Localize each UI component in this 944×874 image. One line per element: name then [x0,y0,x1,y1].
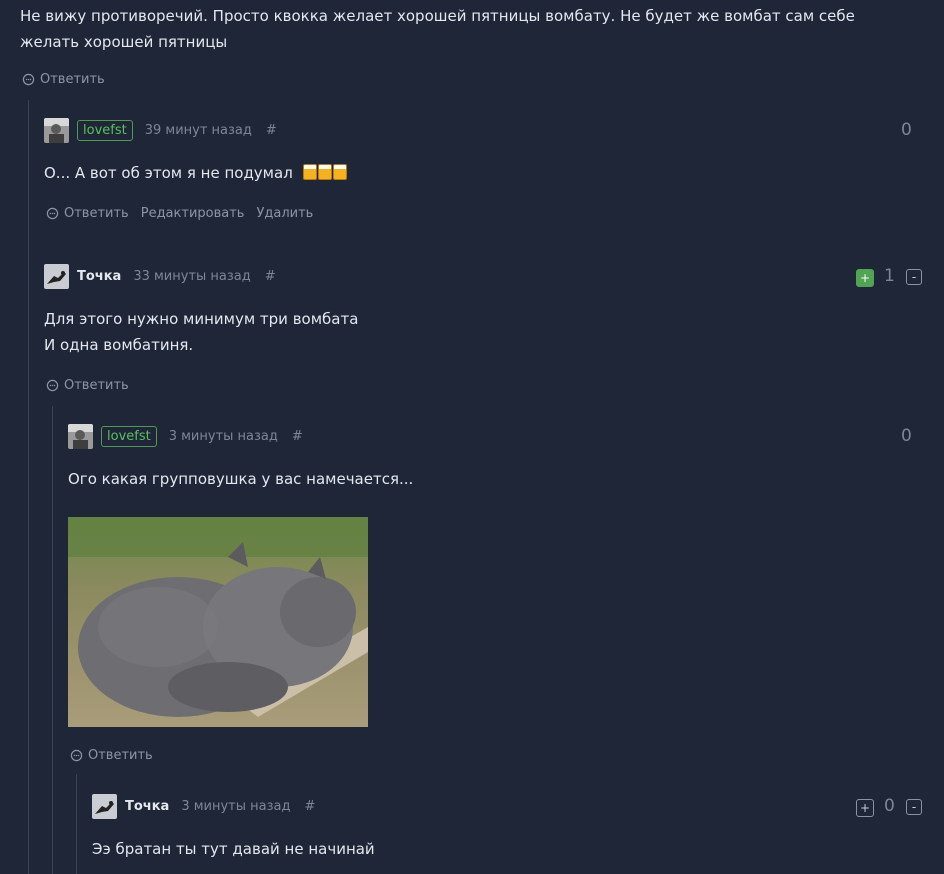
score: 0 [901,426,912,446]
comment-bubble-icon [70,749,83,762]
comment-header: Точка 3 минуты назад # [92,793,315,819]
avatar[interactable] [68,423,93,449]
thread-line-level2 [52,406,53,874]
comment-bubble-icon [46,379,59,392]
delete-button[interactable]: Удалить [256,206,313,221]
comment-header: lovefst 39 минут назад # [44,117,277,143]
permalink[interactable]: # [292,429,303,444]
edit-button[interactable]: Редактировать [141,206,245,221]
comment-header: Точка 33 минуты назад # [44,263,276,289]
score: 0 [884,796,895,816]
reply-button[interactable]: Ответить [46,378,129,393]
score: 1 [884,266,895,286]
wombats-photo[interactable] [68,517,368,727]
comment-text: Для этого нужно минимум три вомбата И од… [44,310,359,354]
permalink[interactable]: # [266,123,277,138]
reply-button-top[interactable]: Ответить [22,72,105,87]
avatar[interactable] [44,117,69,143]
thread-line-level1 [28,100,29,874]
username[interactable]: Точка [125,799,169,814]
comment-header: lovefst 3 минуты назад # [68,423,303,449]
timestamp[interactable]: 3 минуты назад [181,799,290,814]
comment-bubble-icon [46,207,59,220]
downvote-button[interactable]: - [906,799,922,815]
thread-line-level3 [76,774,77,874]
timestamp[interactable]: 3 минуты назад [169,429,278,444]
username[interactable]: lovefst [101,425,157,447]
comment-text: Ээ братан ты тут давай не начинай [92,840,375,858]
comment-text: Ого какая групповушка у вас намечается..… [68,470,414,488]
reply-button[interactable]: Ответить [46,206,129,221]
reply-button[interactable]: Ответить [70,748,153,763]
comment-bubble-icon [22,73,35,86]
username[interactable]: Точка [77,269,121,284]
timestamp[interactable]: 39 минут назад [145,123,252,138]
upvote-button[interactable]: + [856,269,874,287]
comment-text: О... А вот об этом я не подумал [44,160,347,186]
avatar[interactable] [44,263,69,289]
score: 0 [901,120,912,140]
username[interactable]: lovefst [77,119,133,141]
timestamp[interactable]: 33 минуты назад [133,269,250,284]
beer-mugs-icon [302,164,347,182]
upvote-button[interactable]: + [856,799,874,817]
downvote-button[interactable]: - [906,269,922,285]
comment-actions: Ответить Редактировать Удалить [46,206,313,221]
avatar[interactable] [92,793,117,819]
comment-text-top: Не вижу противоречий. Просто квокка жела… [20,7,855,51]
permalink[interactable]: # [304,799,315,814]
permalink[interactable]: # [265,269,276,284]
